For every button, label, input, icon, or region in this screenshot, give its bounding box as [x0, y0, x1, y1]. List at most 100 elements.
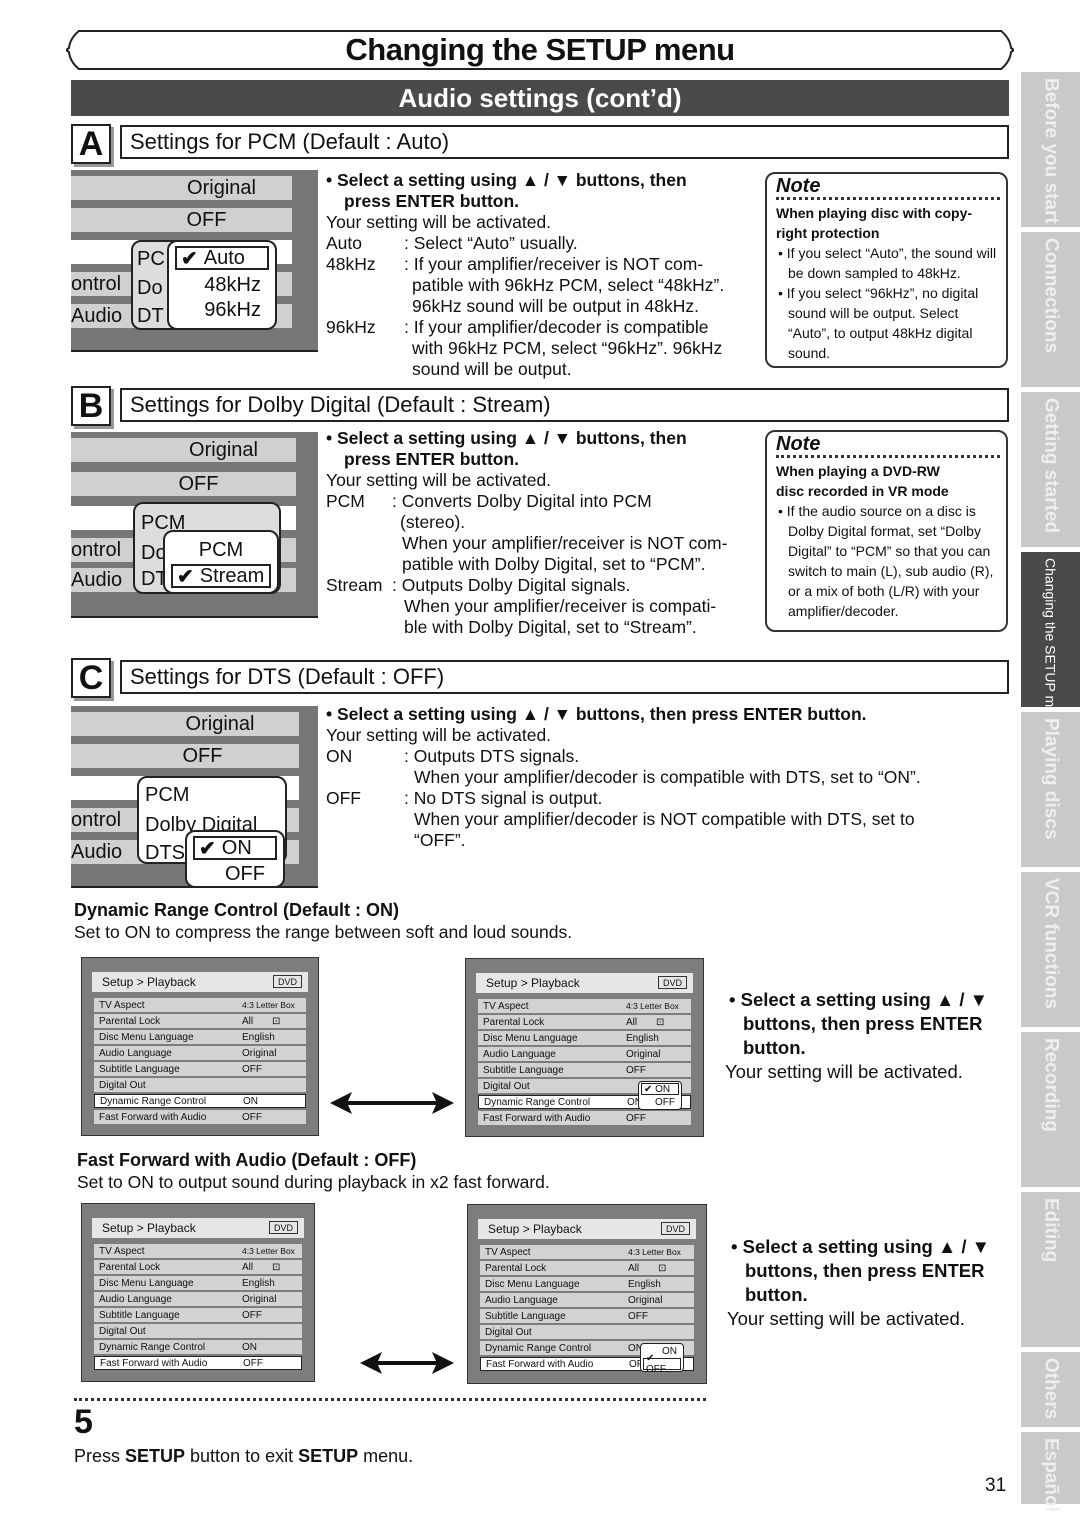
section-b-title: Settings for Dolby Digital (Default : St…: [120, 388, 1009, 422]
tab-espanol[interactable]: Español: [1021, 1432, 1080, 1512]
setup-row-value: Original: [242, 1293, 277, 1305]
setup-row-value: OFF: [242, 1309, 262, 1321]
tab-others[interactable]: Others: [1021, 1352, 1080, 1427]
setup-row-value: 4:3 Letter Box: [242, 1000, 295, 1010]
section-c-title: Settings for DTS (Default : OFF): [120, 660, 1009, 694]
setup-screen-ffa-after: Setup > Playback DVD TV Aspect 4:3 Letter B…: [467, 1204, 707, 1384]
instruction-bullet-cont: buttons, then press ENTER: [743, 1013, 983, 1034]
activated-text: Your setting will be activated.: [326, 470, 552, 490]
ffa-description: Set to ON to output sound during playbac…: [77, 1172, 550, 1192]
tab-getting-started[interactable]: Getting started: [1021, 392, 1080, 547]
setup-row[interactable]: Subtitle Language OFF: [94, 1308, 302, 1322]
option-auto[interactable]: ✔ Auto: [175, 246, 269, 270]
tab-before-you-start[interactable]: Before you start: [1021, 72, 1080, 227]
tab-connections[interactable]: Connections: [1021, 232, 1080, 387]
setup-row[interactable]: Parental Lock All ⊡: [478, 1015, 691, 1029]
screen-breadcrumb: Setup > Playback DVD: [92, 1218, 304, 1238]
tab-label: VCR functions: [1040, 878, 1062, 1009]
setup-row-value: Original: [626, 1048, 661, 1060]
setup-row-label: Subtitle Language: [99, 1309, 180, 1321]
note-heading: disc recorded in VR mode: [776, 483, 949, 499]
section-a-letter: A: [71, 124, 111, 164]
breadcrumb-text: Setup > Playback: [102, 975, 196, 989]
definition-text: When your amplifier/decoder is NOT compa…: [414, 809, 915, 829]
setup-row-label: Dynamic Range Control: [100, 1095, 207, 1107]
brace-left-icon: [66, 30, 81, 70]
setup-row-label: TV Aspect: [99, 999, 145, 1011]
tab-label: Changing the SETUP menu: [1042, 558, 1059, 731]
setup-row-label: TV Aspect: [485, 1246, 531, 1258]
definition-term: 96kHz: [326, 317, 376, 337]
option-48khz[interactable]: 48kHz: [175, 273, 269, 297]
popup-option[interactable]: ✔ ON: [641, 1083, 679, 1095]
setup-row-value: All: [628, 1262, 640, 1274]
definition-term: PCM: [326, 491, 365, 511]
setup-row[interactable]: Subtitle Language OFF: [478, 1063, 691, 1077]
option-off[interactable]: OFF: [193, 862, 277, 886]
dotted-divider: [776, 455, 1000, 458]
tab-editing[interactable]: Editing: [1021, 1192, 1080, 1347]
setup-row[interactable]: Audio Language Original: [94, 1292, 302, 1306]
setup-row[interactable]: Fast Forward with Audio OFF: [94, 1356, 302, 1370]
setup-row[interactable]: Parental Lock All ⊡: [480, 1261, 694, 1275]
step-number: 5: [74, 1403, 93, 1441]
setup-row[interactable]: TV Aspect 4:3 Letter Box: [478, 999, 691, 1013]
setup-row[interactable]: Fast Forward with Audio OFF: [94, 1110, 306, 1124]
setup-row[interactable]: TV Aspect 4:3 Letter Box: [94, 1244, 302, 1258]
definition-text: (stereo).: [400, 512, 466, 532]
setup-row-label: Audio Language: [483, 1048, 556, 1060]
option-stream[interactable]: ✔ Stream: [171, 564, 271, 588]
dotted-divider: [776, 197, 1000, 200]
popup-option[interactable]: OFF: [641, 1096, 679, 1108]
setup-row-value: English: [626, 1032, 659, 1044]
setup-row[interactable]: Parental Lock All ⊡: [94, 1014, 306, 1028]
option-96khz[interactable]: 96kHz: [175, 298, 269, 322]
setup-row[interactable]: Disc Menu Language English: [94, 1276, 302, 1290]
menu-row-value: Original: [71, 438, 296, 462]
setup-row[interactable]: Disc Menu Language English: [94, 1030, 306, 1044]
setup-row[interactable]: Digital Out: [480, 1325, 694, 1339]
tab-label: Getting started: [1040, 398, 1062, 534]
setup-row[interactable]: TV Aspect 4:3 Letter Box: [480, 1245, 694, 1259]
note-heading: right protection: [776, 225, 880, 241]
setup-row-label: Dynamic Range Control: [484, 1096, 591, 1108]
option-label: ON: [221, 836, 252, 859]
setup-row-label: Disc Menu Language: [99, 1277, 194, 1289]
setup-row[interactable]: TV Aspect 4:3 Letter Box: [94, 998, 306, 1012]
option-on[interactable]: ✔ ON: [193, 836, 277, 860]
setup-row[interactable]: Audio Language Original: [478, 1047, 691, 1061]
option-pcm[interactable]: PCM: [171, 538, 271, 562]
page-title: Changing the SETUP menu: [345, 32, 735, 67]
submenu-item: DT: [137, 305, 164, 327]
checkmark-icon: ✔: [177, 565, 194, 588]
tab-changing-setup-menu[interactable]: Changing the SETUP menu: [1021, 552, 1080, 731]
setup-row[interactable]: Digital Out: [94, 1078, 306, 1092]
setup-row[interactable]: Audio Language Original: [480, 1293, 694, 1307]
setup-row[interactable]: Dynamic Range Control ON: [94, 1340, 302, 1354]
setup-row[interactable]: Audio Language Original: [94, 1046, 306, 1060]
instruction-bullet: • Select a setting using ▲ / ▼ buttons, …: [326, 170, 687, 190]
screen-breadcrumb: Setup > Playback DVD: [92, 972, 308, 992]
double-arrow-icon: [360, 1352, 454, 1374]
lock-icon: ⊡: [272, 1015, 281, 1027]
setup-row[interactable]: Subtitle Language OFF: [94, 1062, 306, 1076]
definition-term: Stream: [326, 575, 383, 595]
setup-row[interactable]: Digital Out: [94, 1324, 302, 1338]
setup-row[interactable]: Disc Menu Language English: [478, 1031, 691, 1045]
menu-row-value: Original: [71, 712, 299, 736]
tab-playing-discs[interactable]: Playing discs: [1021, 712, 1080, 867]
setup-row-label: Dynamic Range Control: [99, 1341, 206, 1353]
menu-row-value: OFF: [71, 744, 299, 768]
dts-options-popup: ✔ ON OFF: [185, 830, 285, 886]
definition-term: Auto: [326, 233, 362, 253]
setup-row[interactable]: Parental Lock All ⊡: [94, 1260, 302, 1274]
popup-option[interactable]: ✔ OFF: [643, 1353, 681, 1375]
setup-row[interactable]: Dynamic Range Control ON: [94, 1094, 306, 1108]
setup-screen-drc-after: Setup > Playback DVD TV Aspect 4:3 Letter B…: [465, 958, 704, 1137]
tab-recording[interactable]: Recording: [1021, 1032, 1080, 1187]
setup-row[interactable]: Subtitle Language OFF: [480, 1309, 694, 1323]
setup-row[interactable]: Disc Menu Language English: [480, 1277, 694, 1291]
setup-row[interactable]: Fast Forward with Audio OFF: [478, 1111, 691, 1125]
setup-row-label: Digital Out: [483, 1080, 530, 1092]
tab-vcr-functions[interactable]: VCR functions: [1021, 872, 1080, 1027]
